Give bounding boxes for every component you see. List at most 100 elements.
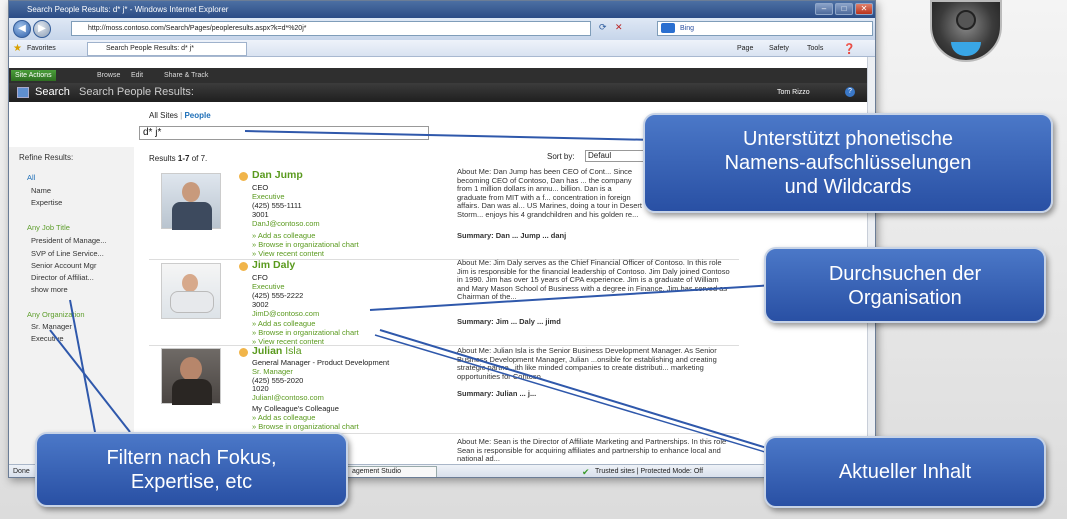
sort-by-select[interactable]: Defaul bbox=[585, 150, 645, 162]
title-bar: Search People Results: d* j* - Windows I… bbox=[9, 1, 875, 18]
callout-line: Organisation bbox=[848, 287, 962, 309]
result-office: 1020 bbox=[252, 384, 269, 393]
browser-tab[interactable]: Search People Results: d* j* bbox=[87, 42, 247, 56]
favorites-bar: ★ Favorites Search People Results: d* j*… bbox=[9, 40, 875, 57]
refine-name[interactable]: Name bbox=[31, 186, 51, 195]
scope-all-sites[interactable]: All Sites bbox=[149, 111, 178, 120]
result-name[interactable]: Jim Daly bbox=[252, 259, 295, 271]
refine-all[interactable]: All bbox=[27, 173, 35, 182]
page-menu[interactable]: Page bbox=[737, 40, 753, 57]
site-actions-button[interactable]: Site Actions bbox=[11, 70, 56, 81]
refine-org-heading[interactable]: Any Organization bbox=[27, 310, 85, 319]
show-more-link[interactable]: show more bbox=[31, 285, 68, 294]
callout-line: und Wildcards bbox=[784, 176, 912, 198]
tab-label: Search People Results: d* j* bbox=[106, 45, 194, 52]
result-about: About Me: Sean is the Director of Affili… bbox=[457, 438, 727, 464]
callout-phonetic: Unterstützt phonetische Namens-aufschlüs… bbox=[643, 113, 1053, 213]
orb-center bbox=[956, 10, 976, 30]
add-colleague-link[interactable]: » Add as colleague bbox=[252, 413, 315, 422]
result-email[interactable]: JulianI@contoso.com bbox=[252, 393, 324, 402]
result-about: About Me: Julian Isla is the Senior Busi… bbox=[457, 347, 717, 381]
profile-photo[interactable] bbox=[161, 348, 221, 405]
callout-line: Namens-aufschlüsselungen bbox=[724, 152, 972, 174]
profile-photo[interactable] bbox=[161, 263, 221, 319]
user-menu[interactable]: Tom Rizzo bbox=[777, 83, 810, 102]
person-body bbox=[172, 379, 212, 405]
result-title: General Manager - Product Development bbox=[252, 358, 390, 367]
person-body bbox=[170, 291, 214, 313]
search-box[interactable]: Bing bbox=[657, 21, 873, 36]
result-role[interactable]: Executive bbox=[252, 192, 285, 201]
callout-org: Durchsuchen der Organisation bbox=[764, 247, 1046, 323]
result-email[interactable]: JimD@contoso.com bbox=[252, 309, 319, 318]
refine-job-3[interactable]: Senior Account Mgr bbox=[31, 261, 96, 270]
result-summary: Summary: Julian ... j... bbox=[457, 389, 537, 398]
callout-line: Durchsuchen der bbox=[828, 263, 982, 285]
result-name[interactable]: Dan Jump bbox=[252, 169, 303, 181]
profile-photo[interactable] bbox=[161, 173, 221, 230]
refine-org-1[interactable]: Sr. Manager bbox=[31, 322, 72, 331]
favorites-button[interactable]: Favorites bbox=[27, 40, 56, 57]
refresh-icon[interactable]: ⟳ bbox=[599, 22, 607, 33]
check-icon: ✔ bbox=[582, 467, 590, 477]
close-icon[interactable]: ✕ bbox=[855, 3, 873, 15]
refine-job-2[interactable]: SVP of Line Service... bbox=[31, 249, 104, 258]
divider bbox=[149, 345, 739, 346]
result-office: 3001 bbox=[252, 210, 269, 219]
org-chart-link[interactable]: » Browse in organizational chart bbox=[252, 328, 359, 337]
refine-title: Refine Results: bbox=[19, 153, 74, 162]
decorative-orb bbox=[930, 0, 1002, 62]
forward-icon[interactable]: ▶ bbox=[33, 20, 51, 38]
safety-menu[interactable]: Safety bbox=[769, 40, 789, 57]
refine-job-4[interactable]: Director of Affiliat... bbox=[31, 273, 94, 282]
breadcrumb-root[interactable]: Search bbox=[35, 83, 70, 102]
tab-share-track[interactable]: Share & Track bbox=[164, 68, 208, 83]
result-role[interactable]: Sr. Manager bbox=[252, 367, 293, 376]
window-title: Search People Results: d* j* - Windows I… bbox=[27, 5, 229, 14]
ribbon-bar: Site Actions Browse Edit Share & Track bbox=[9, 68, 875, 83]
minimize-icon[interactable]: – bbox=[815, 3, 833, 15]
result-role[interactable]: Executive bbox=[252, 282, 285, 291]
refine-job-heading[interactable]: Any Job Title bbox=[27, 223, 70, 232]
search-scopes: All Sites | People bbox=[149, 111, 211, 120]
page-title: Search People Results: bbox=[79, 86, 194, 98]
result-name[interactable]: Julian Isla bbox=[252, 345, 302, 357]
search-input[interactable]: d* j* bbox=[139, 126, 429, 140]
scope-people[interactable]: People bbox=[184, 111, 210, 120]
back-icon[interactable]: ◀ bbox=[13, 20, 31, 38]
result-title: CFO bbox=[252, 273, 268, 282]
result-about: About Me: Jim Daly serves as the Chief F… bbox=[457, 259, 730, 302]
taskbar-item[interactable]: agement Studio bbox=[347, 466, 437, 477]
help-icon[interactable]: ❓ bbox=[843, 41, 855, 58]
callout-line: Unterstützt phonetische bbox=[742, 128, 954, 150]
callout-filter: Filtern nach Fokus, Expertise, etc bbox=[35, 432, 348, 507]
refine-org-2[interactable]: Executive bbox=[31, 334, 64, 343]
security-zone: Trusted sites | Protected Mode: Off bbox=[595, 468, 704, 475]
presence-icon bbox=[239, 348, 248, 357]
refine-expertise[interactable]: Expertise bbox=[31, 198, 62, 207]
site-logo-icon bbox=[17, 87, 29, 98]
help-icon[interactable]: ? bbox=[845, 87, 855, 97]
add-colleague-link[interactable]: » Add as colleague bbox=[252, 319, 315, 328]
add-colleague-link[interactable]: » Add as colleague bbox=[252, 231, 315, 240]
recent-content-link[interactable]: » View recent content bbox=[252, 249, 324, 258]
bing-icon bbox=[661, 23, 675, 33]
result-about: About Me: Dan Jump has been CEO of Cont.… bbox=[457, 168, 642, 219]
result-email[interactable]: DanJ@contoso.com bbox=[252, 219, 320, 228]
tab-browse[interactable]: Browse bbox=[97, 68, 120, 83]
org-chart-link[interactable]: » Browse in organizational chart bbox=[252, 240, 359, 249]
tools-menu[interactable]: Tools bbox=[807, 40, 823, 57]
maximize-icon[interactable]: □ bbox=[835, 3, 853, 15]
person-head bbox=[182, 182, 200, 202]
tab-edit[interactable]: Edit bbox=[131, 68, 143, 83]
presence-icon bbox=[239, 172, 248, 181]
spacer bbox=[9, 57, 875, 68]
callout-line: Filtern nach Fokus, bbox=[106, 447, 277, 469]
result-summary: Summary: Jim ... Daly ... jimd bbox=[457, 317, 561, 326]
address-bar[interactable]: http://moss.contoso.com/Search/Pages/peo… bbox=[71, 21, 591, 36]
colleague-note: My Colleague's Colleague bbox=[252, 404, 339, 413]
stop-icon[interactable]: ✕ bbox=[615, 22, 623, 33]
org-chart-link[interactable]: » Browse in organizational chart bbox=[252, 422, 359, 431]
person-head bbox=[180, 357, 202, 381]
refine-job-1[interactable]: President of Manage... bbox=[31, 236, 106, 245]
